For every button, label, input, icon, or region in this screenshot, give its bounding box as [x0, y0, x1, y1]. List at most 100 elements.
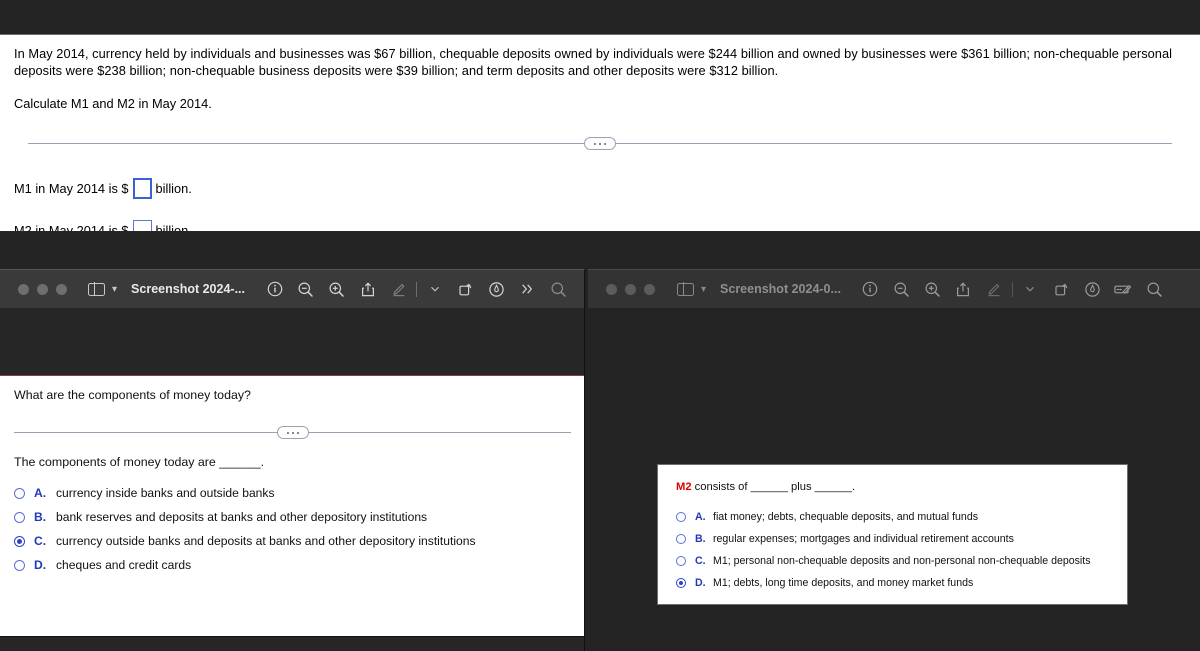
- option-b-text: regular expenses; mortgages and individu…: [713, 533, 1014, 545]
- option-b-text: bank reserves and deposits at banks and …: [56, 510, 427, 524]
- minimize-button[interactable]: [37, 284, 48, 295]
- info-icon[interactable]: [259, 276, 290, 302]
- option-d-letter: D.: [695, 577, 710, 589]
- right-document-panel: M2 consists of ______ plus ______. A. fi…: [657, 464, 1128, 605]
- radio-c-icon[interactable]: [676, 556, 686, 566]
- share-icon[interactable]: [948, 276, 979, 302]
- screen: In May 2014, currency held by individual…: [0, 0, 1200, 651]
- option-d-letter: D.: [34, 558, 51, 572]
- left-window-toolbar: ▾ Screenshot 2024-...: [0, 270, 584, 308]
- option-d-text: M1; debts, long time deposits, and money…: [713, 577, 973, 589]
- radio-c-icon[interactable]: [14, 536, 25, 547]
- radio-d-icon[interactable]: [14, 560, 25, 571]
- option-c[interactable]: C. currency outside banks and deposits a…: [14, 529, 476, 553]
- markup-pen-icon[interactable]: [979, 276, 1010, 302]
- left-document-page: What are the components of money today? …: [0, 375, 585, 636]
- divider-dots-handle[interactable]: [277, 426, 309, 439]
- left-toolbar-icons: [259, 276, 574, 302]
- option-a[interactable]: A. fiat money; debts, chequable deposits…: [676, 506, 1091, 528]
- answer-row-m1: M1 in May 2014 is $ billion.: [14, 178, 1200, 199]
- answer-row-m1-prefix: M1 in May 2014 is $: [14, 181, 129, 196]
- top-document-panel: In May 2014, currency held by individual…: [0, 34, 1200, 231]
- left-window-title: Screenshot 2024-...: [131, 282, 245, 296]
- overflow-chevrons-icon[interactable]: [512, 276, 543, 302]
- chevron-down-icon[interactable]: ▾: [112, 284, 117, 295]
- right-options-list: A. fiat money; debts, chequable deposits…: [676, 506, 1091, 594]
- answer-row-m1-suffix: billion.: [156, 181, 192, 196]
- option-c-text: currency outside banks and deposits at b…: [56, 534, 476, 548]
- sidebar-icon[interactable]: [88, 283, 105, 296]
- right-window-title: Screenshot 2024-0...: [720, 282, 841, 296]
- desktop-background: [0, 231, 1200, 269]
- option-a-text: currency inside banks and outside banks: [56, 486, 275, 500]
- right-stem-rest: consists of ______ plus ______.: [692, 481, 856, 493]
- signature-icon[interactable]: [1108, 276, 1139, 302]
- radio-a-icon[interactable]: [676, 512, 686, 522]
- option-b-letter: B.: [695, 533, 710, 545]
- right-stem-text: M2 consists of ______ plus ______.: [676, 481, 855, 493]
- search-icon[interactable]: [543, 276, 574, 302]
- traffic-lights[interactable]: [18, 284, 67, 295]
- radio-b-icon[interactable]: [14, 512, 25, 523]
- annotate-icon[interactable]: [1077, 276, 1108, 302]
- search-icon[interactable]: [1139, 276, 1170, 302]
- right-toolbar-icons: [855, 276, 1170, 302]
- option-c-text: M1; personal non-chequable deposits and …: [713, 555, 1091, 567]
- option-a[interactable]: A. currency inside banks and outside ban…: [14, 481, 476, 505]
- problem-statement: In May 2014, currency held by individual…: [14, 45, 1186, 79]
- sidebar-icon[interactable]: [677, 283, 694, 296]
- radio-a-icon[interactable]: [14, 488, 25, 499]
- left-window-body: What are the components of money today? …: [0, 308, 584, 651]
- left-window-bottom-strip: [0, 636, 585, 651]
- close-button[interactable]: [606, 284, 617, 295]
- rotate-icon[interactable]: [1046, 276, 1077, 302]
- info-icon[interactable]: [855, 276, 886, 302]
- left-stem-text: The components of money today are ______…: [14, 455, 264, 469]
- close-button[interactable]: [18, 284, 29, 295]
- divider-dots-handle[interactable]: [584, 137, 616, 150]
- preview-window-right[interactable]: ▾ Screenshot 2024-0...: [588, 269, 1200, 651]
- chevron-down-small-icon[interactable]: [1015, 276, 1046, 302]
- chevron-down-small-icon[interactable]: [419, 276, 450, 302]
- m1-input[interactable]: [133, 178, 152, 199]
- radio-d-icon[interactable]: [676, 578, 686, 588]
- radio-b-icon[interactable]: [676, 534, 686, 544]
- option-d[interactable]: D. M1; debts, long time deposits, and mo…: [676, 572, 1091, 594]
- chevron-down-icon[interactable]: ▾: [701, 284, 706, 295]
- preview-window-left[interactable]: ▾ Screenshot 2024-...: [0, 269, 585, 651]
- m2-label: M2: [676, 481, 692, 493]
- share-icon[interactable]: [352, 276, 383, 302]
- option-c[interactable]: C. M1; personal non-chequable deposits a…: [676, 550, 1091, 572]
- option-a-letter: A.: [695, 511, 710, 523]
- right-window-body: M2 consists of ______ plus ______. A. fi…: [588, 308, 1200, 651]
- zoom-in-icon[interactable]: [321, 276, 352, 302]
- option-d[interactable]: D. cheques and credit cards: [14, 553, 476, 577]
- option-b[interactable]: B. bank reserves and deposits at banks a…: [14, 505, 476, 529]
- option-c-letter: C.: [34, 534, 51, 548]
- left-question-text: What are the components of money today?: [14, 388, 251, 402]
- option-b[interactable]: B. regular expenses; mortgages and indiv…: [676, 528, 1091, 550]
- option-a-text: fiat money; debts, chequable deposits, a…: [713, 511, 978, 523]
- top-desktop-bar: [0, 0, 1200, 34]
- toolbar-separator: [416, 282, 417, 297]
- option-a-letter: A.: [34, 486, 51, 500]
- option-b-letter: B.: [34, 510, 51, 524]
- zoom-in-icon[interactable]: [917, 276, 948, 302]
- right-window-toolbar: ▾ Screenshot 2024-0...: [588, 270, 1200, 308]
- markup-pen-icon[interactable]: [383, 276, 414, 302]
- section-divider: [28, 137, 1172, 151]
- left-options-list: A. currency inside banks and outside ban…: [14, 481, 476, 577]
- option-d-text: cheques and credit cards: [56, 558, 191, 572]
- minimize-button[interactable]: [625, 284, 636, 295]
- option-c-letter: C.: [695, 555, 710, 567]
- annotate-icon[interactable]: [481, 276, 512, 302]
- left-section-divider: [14, 426, 571, 440]
- toolbar-separator: [1012, 282, 1013, 297]
- maximize-button[interactable]: [56, 284, 67, 295]
- problem-instruction: Calculate M1 and M2 in May 2014.: [14, 96, 1186, 111]
- rotate-icon[interactable]: [450, 276, 481, 302]
- zoom-out-icon[interactable]: [886, 276, 917, 302]
- zoom-out-icon[interactable]: [290, 276, 321, 302]
- traffic-lights[interactable]: [606, 284, 655, 295]
- maximize-button[interactable]: [644, 284, 655, 295]
